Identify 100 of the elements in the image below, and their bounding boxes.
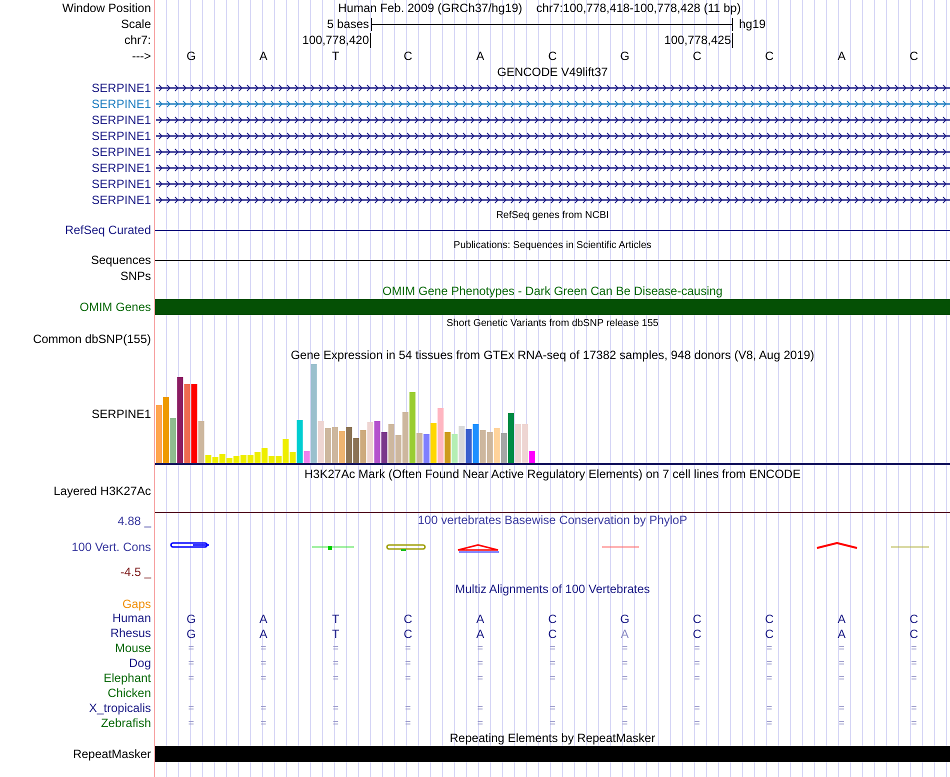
aligned-base: = (188, 672, 194, 686)
track-label: OMIM Genes (80, 300, 151, 314)
species-label: Mouse (114, 641, 151, 656)
aligned-base: = (838, 656, 844, 670)
scale-text: 5 bases (326, 17, 370, 31)
aligned-base: = (477, 642, 484, 656)
aligned-base: A (838, 626, 846, 640)
aligned-base: = (188, 702, 194, 716)
aligned-base: = (838, 672, 844, 686)
aligned-base: = (405, 656, 411, 670)
aligned-base: = (622, 702, 628, 716)
aligned-base: G (186, 612, 196, 626)
aligned-base: = (766, 656, 772, 670)
species-label: X_tropicalis (88, 701, 151, 716)
aligned-base: = (694, 716, 700, 730)
aligned-base: = (260, 672, 266, 686)
aligned-base: = (260, 642, 266, 656)
gene-label[interactable]: SERPINE1 (92, 160, 151, 176)
aligned-base: = (550, 642, 556, 656)
aligned-base: T (332, 612, 340, 626)
aligned-base: = (332, 672, 339, 686)
assembly-label: hg19 (738, 17, 767, 31)
aligned-base: = (766, 716, 772, 730)
aligned-base: G (620, 612, 630, 626)
track-title: Multiz Alignments of 100 Vertebrates (455, 582, 650, 596)
aligned-base: = (910, 716, 917, 730)
track-label: Sequences (90, 253, 151, 268)
base-letter: C (692, 49, 702, 63)
aligned-base: = (838, 716, 844, 730)
species-label: Zebrafish (100, 716, 151, 731)
aligned-base: C (548, 612, 557, 626)
gene-label[interactable]: SERPINE1 (92, 96, 151, 112)
aligned-base: = (477, 702, 484, 716)
aligned-base: = (694, 656, 700, 670)
aligned-base: = (694, 702, 700, 716)
track-title: H3K27Ac Mark (Often Found Near Active Regulatory Elements) on 7 cell lines from ENCODE (304, 466, 801, 482)
gene-label[interactable]: SERPINE1 (92, 192, 151, 208)
scale-min-label: -4.5 _ (120, 565, 151, 580)
aligned-base: = (838, 642, 844, 656)
base-letter: C (548, 49, 557, 63)
aligned-base: = (694, 642, 700, 656)
aligned-base: = (550, 702, 556, 716)
row-label: chr7: (124, 32, 151, 48)
aligned-base: = (477, 716, 484, 730)
aligned-base: C (404, 612, 412, 626)
aligned-base: A (476, 626, 484, 640)
base-letter: A (259, 49, 268, 63)
track-title: RefSeq genes from NCBI (496, 209, 609, 223)
strand-label: ---> (132, 48, 151, 64)
track-title: OMIM Gene Phenotypes - Dark Green Can Be Disease-causing (382, 284, 723, 299)
aligned-base: = (332, 702, 339, 716)
aligned-base: C (764, 626, 774, 640)
aligned-base: A (476, 612, 484, 626)
aligned-base: = (622, 716, 628, 730)
track-label: SNPs (120, 268, 151, 284)
aligned-base: G (186, 626, 196, 640)
gene-label[interactable]: SERPINE1 (92, 144, 151, 160)
track-title: Publications: Sequences in Scientific Articles (454, 239, 652, 253)
track-label: SERPINE1 (92, 406, 151, 422)
aligned-base: A (259, 626, 268, 640)
aligned-base: = (766, 672, 772, 686)
aligned-base: = (550, 672, 556, 686)
track-label: Common dbSNP(155) (32, 332, 151, 346)
coordinate-tick: 100,778,425 (664, 32, 733, 48)
aligned-base: = (188, 656, 194, 670)
row-label: Scale (120, 16, 151, 32)
aligned-base: = (622, 656, 628, 670)
species-label: Rhesus (110, 626, 151, 641)
gene-label[interactable]: SERPINE1 (92, 128, 151, 144)
base-letter: C (764, 49, 774, 63)
assembly-title: Human Feb. 2009 (GRCh37/hg19) (338, 0, 522, 16)
track-title: GENCODE V49lift37 (497, 64, 608, 80)
aligned-base: = (260, 702, 266, 716)
aligned-base: = (332, 642, 339, 656)
base-letter: A (838, 49, 846, 63)
aligned-base: = (405, 702, 411, 716)
gene-label[interactable]: SERPINE1 (92, 80, 151, 96)
row-label: Window Position (62, 0, 151, 16)
aligned-base: C (910, 612, 918, 626)
track-label: RefSeq Curated (64, 223, 151, 238)
track-label: Layered H3K27Ac (54, 484, 151, 499)
aligned-base: C (548, 626, 557, 640)
base-letter: G (620, 49, 630, 63)
species-label: Human (112, 611, 151, 626)
aligned-base: = (838, 702, 844, 716)
species-label: Dog (128, 656, 151, 671)
aligned-base: = (910, 642, 917, 656)
aligned-base: = (550, 656, 556, 670)
aligned-base: = (910, 702, 917, 716)
gene-label[interactable]: SERPINE1 (92, 112, 151, 128)
aligned-base: = (405, 642, 411, 656)
aligned-base: = (405, 672, 411, 686)
gene-label[interactable]: SERPINE1 (92, 176, 151, 192)
aligned-base: = (332, 656, 339, 670)
coordinate-tick: 100,778,420 (302, 32, 371, 48)
scale-max-label: 4.88 _ (118, 514, 151, 529)
aligned-base: = (260, 716, 266, 730)
aligned-base: = (477, 656, 484, 670)
track-title: 100 vertebrates Basewise Conservation by PhyloP (418, 513, 688, 528)
aligned-base: = (405, 716, 411, 730)
